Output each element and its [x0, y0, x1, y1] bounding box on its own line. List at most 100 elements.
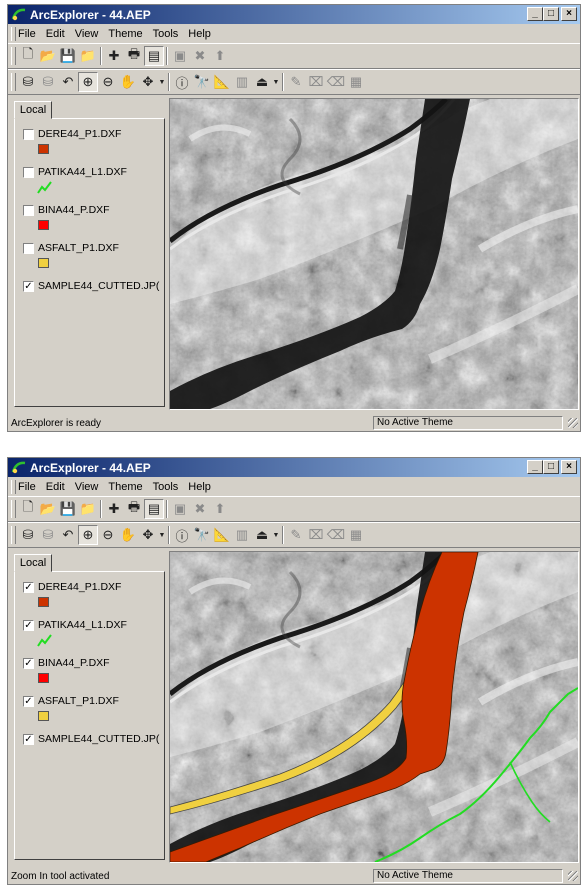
- dropdown-arrow-icon[interactable]: ▼: [272, 79, 280, 86]
- clear-selection-icon[interactable]: ⌧: [306, 72, 326, 92]
- menu-theme[interactable]: Theme: [108, 481, 142, 493]
- measure-icon[interactable]: 📐: [212, 525, 232, 545]
- measure-icon[interactable]: 📐: [212, 72, 232, 92]
- title-bar[interactable]: ArcExplorer - 44.AEP _ □ ×: [8, 458, 580, 477]
- layer-visibility-checkbox[interactable]: [23, 205, 34, 216]
- toolbar-grip[interactable]: [11, 500, 16, 518]
- layer-visibility-checkbox[interactable]: ✓: [23, 281, 34, 292]
- save-project-icon[interactable]: 💾: [58, 46, 78, 66]
- find-icon[interactable]: 🔭: [192, 72, 212, 92]
- theme-properties-alt-icon[interactable]: ⛁: [38, 72, 58, 92]
- identify-icon[interactable]: ⓘ: [172, 525, 192, 545]
- legend-toggle-icon[interactable]: ▤: [144, 499, 164, 519]
- zoom-out-icon[interactable]: ⊖: [98, 72, 118, 92]
- copy-map-icon[interactable]: ▣: [170, 499, 190, 519]
- resize-grip[interactable]: [568, 871, 578, 881]
- eraser-icon[interactable]: ⌫: [326, 525, 346, 545]
- layer-visibility-checkbox[interactable]: ✓: [23, 696, 34, 707]
- dropdown-arrow-icon[interactable]: ▼: [158, 79, 166, 86]
- map-canvas[interactable]: [170, 552, 578, 862]
- layer-visibility-checkbox[interactable]: [23, 129, 34, 140]
- layer-visibility-checkbox[interactable]: ✓: [23, 734, 34, 745]
- report-icon[interactable]: ▦: [346, 525, 366, 545]
- layer-visibility-checkbox[interactable]: [23, 167, 34, 178]
- close-button[interactable]: ×: [561, 7, 577, 21]
- layer-visibility-checkbox[interactable]: ✓: [23, 658, 34, 669]
- menu-view[interactable]: View: [75, 28, 99, 40]
- copy-map-icon[interactable]: ▣: [170, 46, 190, 66]
- open-project-icon[interactable]: 📂: [38, 499, 58, 519]
- menu-view[interactable]: View: [75, 481, 99, 493]
- menu-tools[interactable]: Tools: [153, 28, 179, 40]
- print-icon[interactable]: 🖶: [124, 499, 144, 519]
- menu-bar-grip[interactable]: [11, 480, 16, 494]
- map-view[interactable]: [169, 98, 579, 410]
- spatial-select-icon[interactable]: ✎: [286, 525, 306, 545]
- clear-selection-icon[interactable]: ⌧: [306, 525, 326, 545]
- maximize-button[interactable]: □: [543, 7, 559, 21]
- delete-theme-icon[interactable]: ✖: [190, 46, 210, 66]
- eraser-icon[interactable]: ⌫: [326, 72, 346, 92]
- menu-theme[interactable]: Theme: [108, 28, 142, 40]
- dropdown-arrow-icon[interactable]: ▼: [158, 532, 166, 539]
- minimize-button[interactable]: _: [527, 7, 543, 21]
- add-theme-icon[interactable]: ✚: [104, 499, 124, 519]
- close-button[interactable]: ×: [561, 460, 577, 474]
- tab-local[interactable]: Local: [14, 101, 52, 119]
- theme-properties-icon[interactable]: ⛁: [18, 525, 38, 545]
- maximize-button[interactable]: □: [543, 460, 559, 474]
- menu-file[interactable]: File: [18, 481, 36, 493]
- toolbar-grip[interactable]: [11, 73, 16, 91]
- query-builder-icon[interactable]: ▥: [232, 525, 252, 545]
- open-project-folder-icon[interactable]: 📁: [78, 499, 98, 519]
- theme-properties-alt-icon[interactable]: ⛁: [38, 525, 58, 545]
- layer-visibility-checkbox[interactable]: ✓: [23, 620, 34, 631]
- menu-bar-grip[interactable]: [11, 27, 16, 41]
- menu-file[interactable]: File: [18, 28, 36, 40]
- minimize-button[interactable]: _: [527, 460, 543, 474]
- select-by-graphic-icon[interactable]: ⏏: [252, 525, 272, 545]
- find-icon[interactable]: 🔭: [192, 525, 212, 545]
- menu-help[interactable]: Help: [188, 481, 211, 493]
- theme-up-icon[interactable]: ⬆: [210, 46, 230, 66]
- map-canvas[interactable]: [170, 99, 578, 409]
- open-project-icon[interactable]: 📂: [38, 46, 58, 66]
- zoom-in-icon[interactable]: ⊕: [78, 525, 98, 545]
- query-builder-icon[interactable]: ▥: [232, 72, 252, 92]
- undo-extent-icon[interactable]: ↶: [58, 72, 78, 92]
- legend-toggle-icon[interactable]: ▤: [144, 46, 164, 66]
- tab-local[interactable]: Local: [14, 554, 52, 572]
- pan-arrows-icon[interactable]: ✥: [138, 72, 158, 92]
- new-project-icon[interactable]: 🗋: [18, 46, 38, 66]
- open-project-folder-icon[interactable]: 📁: [78, 46, 98, 66]
- menu-edit[interactable]: Edit: [46, 28, 65, 40]
- resize-grip[interactable]: [568, 418, 578, 428]
- theme-up-icon[interactable]: ⬆: [210, 499, 230, 519]
- menu-tools[interactable]: Tools: [153, 481, 179, 493]
- toolbar-grip[interactable]: [11, 526, 16, 544]
- pan-arrows-icon[interactable]: ✥: [138, 525, 158, 545]
- identify-icon[interactable]: ⓘ: [172, 72, 192, 92]
- layer-visibility-checkbox[interactable]: ✓: [23, 582, 34, 593]
- map-view[interactable]: [169, 551, 579, 863]
- report-icon[interactable]: ▦: [346, 72, 366, 92]
- add-theme-icon[interactable]: ✚: [104, 46, 124, 66]
- toolbar-grip[interactable]: [11, 47, 16, 65]
- pan-hand-icon[interactable]: ✋: [118, 525, 138, 545]
- select-by-graphic-icon[interactable]: ⏏: [252, 72, 272, 92]
- zoom-out-icon[interactable]: ⊖: [98, 525, 118, 545]
- save-project-icon[interactable]: 💾: [58, 499, 78, 519]
- pan-hand-icon[interactable]: ✋: [118, 72, 138, 92]
- zoom-in-icon[interactable]: ⊕: [78, 72, 98, 92]
- layer-visibility-checkbox[interactable]: [23, 243, 34, 254]
- title-bar[interactable]: ArcExplorer - 44.AEP _ □ ×: [8, 5, 580, 24]
- delete-theme-icon[interactable]: ✖: [190, 499, 210, 519]
- print-icon[interactable]: 🖶: [124, 46, 144, 66]
- new-project-icon[interactable]: 🗋: [18, 499, 38, 519]
- dropdown-arrow-icon[interactable]: ▼: [272, 532, 280, 539]
- menu-help[interactable]: Help: [188, 28, 211, 40]
- theme-properties-icon[interactable]: ⛁: [18, 72, 38, 92]
- spatial-select-icon[interactable]: ✎: [286, 72, 306, 92]
- menu-edit[interactable]: Edit: [46, 481, 65, 493]
- undo-extent-icon[interactable]: ↶: [58, 525, 78, 545]
